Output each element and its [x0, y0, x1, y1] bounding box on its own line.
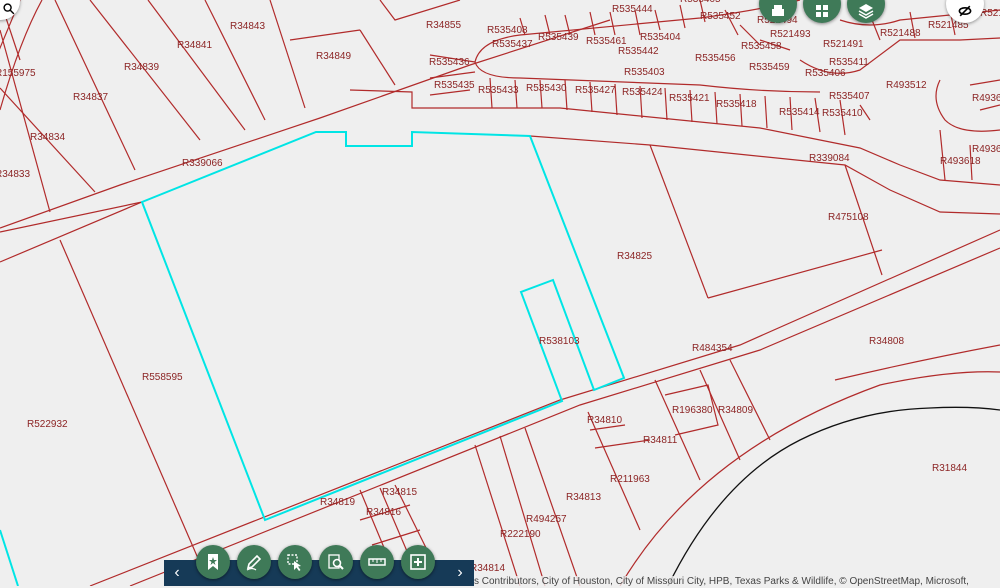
- parcel-label: R535403: [624, 67, 665, 78]
- parcel-label: R535439: [538, 32, 579, 43]
- eye-off-icon: [958, 5, 972, 17]
- parcel-label: R222190: [500, 529, 541, 540]
- parcel-label: R535407: [829, 91, 870, 102]
- parcel-label: R535435: [434, 80, 475, 91]
- parcel-label: R535414: [779, 107, 820, 118]
- parcel-label: R535459: [749, 62, 790, 73]
- map-attribution: s Contributors, City of Houston, City of…: [474, 576, 1000, 588]
- parcel-label: R521491: [823, 39, 864, 50]
- parcel-label: R522932: [27, 419, 68, 430]
- parcel-label: R4936: [972, 144, 1000, 155]
- boundary-line: [667, 406, 1000, 586]
- parcel-label: R34815: [382, 487, 417, 498]
- toolbar-prev-button[interactable]: ‹: [167, 562, 187, 584]
- parcel-label: R34825: [617, 251, 652, 262]
- toolbar-next-button[interactable]: ›: [450, 562, 470, 584]
- parcel-label: R484354: [692, 343, 733, 354]
- parcel-label: R558595: [142, 372, 183, 383]
- parcel-label: R521493: [770, 29, 811, 40]
- parcel-label: R34814: [470, 563, 505, 574]
- parcel-label: R339084: [809, 153, 850, 164]
- parcel-label: R34808: [869, 336, 904, 347]
- parcel-label: R535437: [492, 39, 533, 50]
- parcel-label: R34813: [566, 492, 601, 503]
- parcel-label: R535421: [669, 93, 710, 104]
- parcel-label: R493618: [940, 156, 981, 167]
- query-button[interactable]: [319, 545, 353, 579]
- parcel-label: R535406: [805, 68, 846, 79]
- parcel-label: R31844: [932, 463, 967, 474]
- magnify-document-icon: [328, 554, 344, 570]
- parcel-label: R34810: [587, 415, 622, 426]
- parcel-label: R4936: [972, 93, 1000, 104]
- parcel-label: R34833: [0, 169, 30, 180]
- add-data-button[interactable]: [401, 545, 435, 579]
- parcel-label: R211963: [610, 474, 650, 485]
- bookmark-star-icon: [208, 554, 218, 570]
- grid-icon: [816, 5, 828, 17]
- parcel-label: R34809: [718, 405, 753, 416]
- parcel-label: R535408: [487, 25, 528, 36]
- parcel-label: R521488: [880, 28, 921, 39]
- parcel-label: R339066: [182, 158, 223, 169]
- parcel-label: R34834: [30, 132, 65, 143]
- parcel-label: R535444: [612, 4, 653, 15]
- layers-icon: [858, 4, 874, 19]
- parcel-label: R535430: [526, 83, 567, 94]
- pencil-icon: [246, 554, 262, 571]
- parcel-label: R535418: [716, 99, 757, 110]
- ruler-icon: [368, 558, 386, 566]
- parcel-label: R535427: [575, 85, 616, 96]
- parcel-label: R34816: [366, 507, 401, 518]
- parcel-label: R34839: [124, 62, 159, 73]
- parcel-label: R535411: [829, 57, 869, 68]
- parcel-label: R34841: [177, 40, 212, 51]
- parcel-label: R535410: [822, 108, 863, 119]
- parcel-label: R34837: [73, 92, 108, 103]
- parcel-label: R535404: [640, 32, 681, 43]
- parcel-label: R535458: [741, 41, 782, 52]
- parcel-label: R535456: [695, 53, 736, 64]
- parcel-label: R475108: [828, 212, 869, 223]
- parcel-label: R34849: [316, 51, 351, 62]
- parcel-label: R34811: [643, 435, 678, 446]
- select-button[interactable]: [278, 545, 312, 579]
- parcel-label: R34855: [426, 20, 461, 31]
- bookmark-button[interactable]: [196, 545, 230, 579]
- parcel-label: R538103: [539, 336, 580, 347]
- parcel-label: R494257: [526, 514, 567, 525]
- parcel-label: R196380: [672, 405, 713, 416]
- parcel-label: R535405: [680, 0, 721, 5]
- parcel-label: R34843: [230, 21, 265, 32]
- measure-button[interactable]: [360, 545, 394, 579]
- draw-button[interactable]: [237, 545, 271, 579]
- search-icon: [3, 3, 15, 15]
- parcel-label: R155975: [0, 68, 36, 79]
- cursor-select-icon: [287, 554, 301, 571]
- parcel-map[interactable]: R155975 R34841 R34843 R34839 R34837 R34834 R34…: [0, 0, 1000, 586]
- add-layer-icon: [410, 554, 426, 570]
- parcel-label: R535442: [618, 46, 659, 57]
- parcel-labels: R155975 R34841 R34843 R34839 R34837 R34834 R34…: [0, 0, 1000, 574]
- parcel-label: R535452: [700, 11, 741, 22]
- printer-icon: [772, 5, 784, 16]
- parcel-label: R535436: [429, 57, 470, 68]
- parcel-label: R493512: [886, 80, 927, 91]
- parcel-label: R535433: [478, 85, 519, 96]
- parcel-label: R34819: [320, 497, 355, 508]
- parcel-label: R535424: [622, 87, 663, 98]
